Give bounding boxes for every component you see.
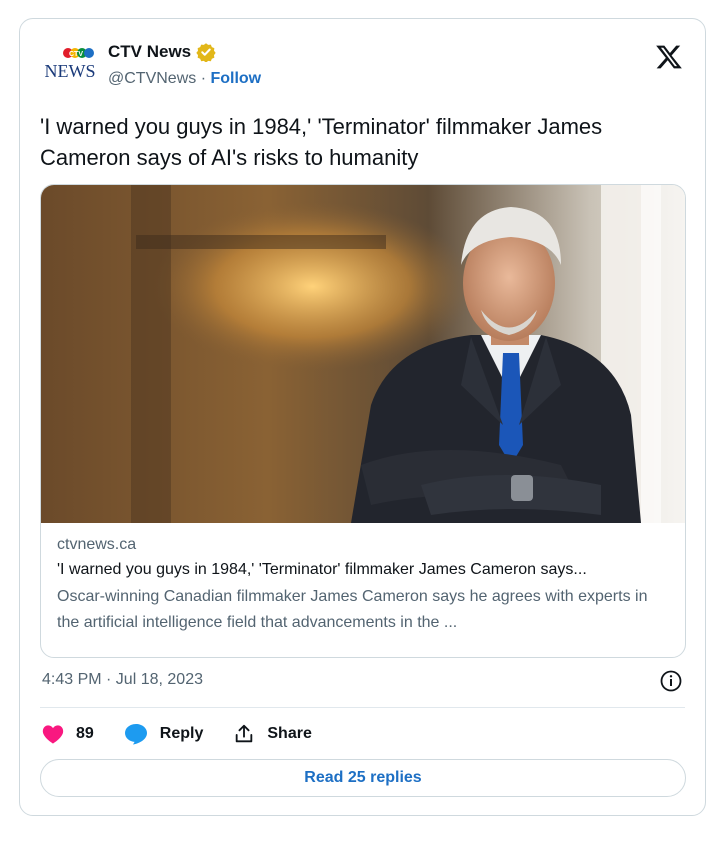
share-label: Share (267, 725, 312, 742)
heart-icon (42, 725, 64, 744)
tweet-embed-card: CTV NEWS CTV News @CTVNews · Follow 'I w… (19, 18, 706, 816)
link-description: Oscar-winning Canadian filmmaker James C… (57, 588, 648, 631)
svg-text:CTV: CTV (69, 51, 83, 58)
tweet-text: 'I warned you guys in 1984,' 'Terminator… (40, 114, 603, 170)
link-card-body: ctvnews.ca 'I warned you guys in 1984,' … (57, 533, 671, 636)
tweet-header: CTV NEWS CTV News @CTVNews · Follow (42, 41, 683, 91)
author-handle[interactable]: @CTVNews (108, 70, 196, 87)
reply-button[interactable]: Reply (124, 723, 204, 745)
read-replies-button[interactable]: Read 25 replies (40, 759, 686, 797)
action-bar: 89 Reply Share (42, 719, 342, 749)
x-logo-icon[interactable] (655, 43, 683, 71)
article-photo (41, 185, 685, 523)
link-preview-card[interactable]: ctvnews.ca 'I warned you guys in 1984,' … (40, 184, 686, 658)
like-button[interactable]: 89 (42, 724, 94, 744)
follow-button[interactable]: Follow (210, 70, 261, 87)
share-button[interactable]: Share (233, 723, 312, 745)
reply-label: Reply (159, 725, 204, 742)
author-name[interactable]: CTV News (108, 41, 191, 63)
tweet-timestamp[interactable]: 4:43 PM · Jul 18, 2023 (42, 671, 203, 689)
reply-icon (124, 724, 147, 745)
link-title[interactable]: 'I warned you guys in 1984,' 'Terminator… (57, 557, 671, 583)
info-icon[interactable] (659, 669, 683, 693)
link-domain: ctvnews.ca (57, 536, 137, 553)
handle-separator: · (196, 70, 211, 87)
ctv-news-logo[interactable]: CTV NEWS (42, 43, 98, 87)
like-count: 89 (76, 725, 94, 742)
share-icon (236, 724, 253, 743)
verified-badge-icon (196, 43, 216, 62)
divider (40, 707, 685, 708)
svg-text:NEWS: NEWS (45, 61, 96, 81)
author-block: CTV News @CTVNews · Follow (108, 41, 261, 90)
